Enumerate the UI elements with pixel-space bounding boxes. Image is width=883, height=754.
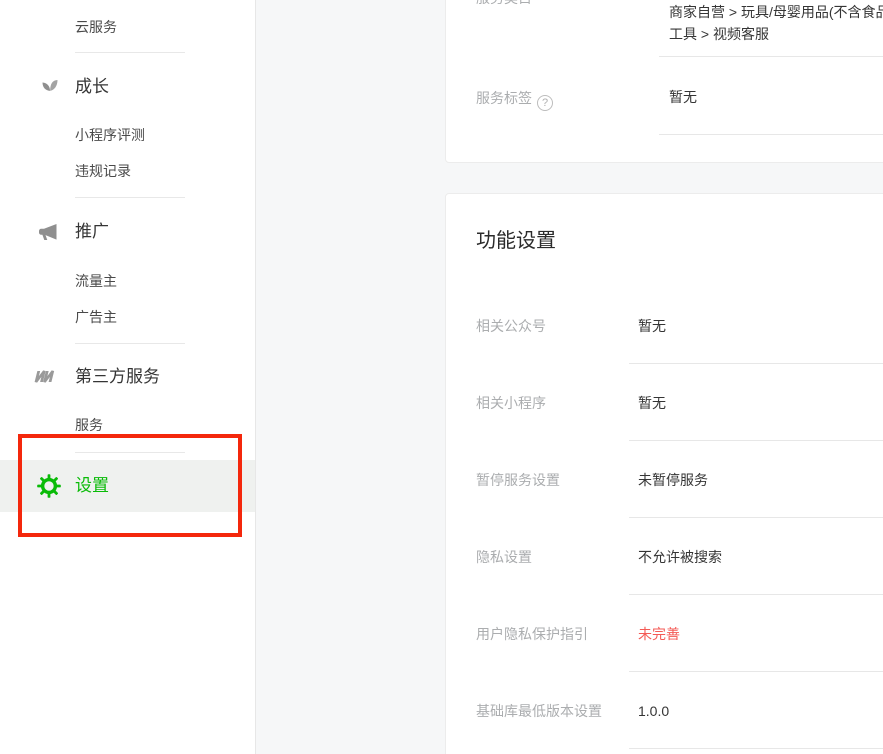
sidebar-divider — [75, 452, 185, 453]
service-tag-label: 服务标签? — [476, 88, 553, 108]
row-divider — [629, 671, 883, 672]
sidebar-divider — [75, 52, 185, 53]
sidebar-section-third-party[interactable]: 第三方服务 — [75, 365, 160, 389]
sidebar-divider — [75, 343, 185, 344]
row-divider — [629, 748, 883, 749]
privacy-setting-label: 隐私设置 — [476, 547, 532, 567]
related-mini-program-value: 暂无 — [638, 393, 666, 413]
sidebar-item-violation-record[interactable]: 违规记录 — [75, 161, 131, 181]
user-privacy-guide-value: 未完善 — [638, 624, 680, 644]
row-divider — [629, 517, 883, 518]
pause-service-value: 未暂停服务 — [638, 470, 708, 490]
service-category-value: 商家自营 > 玩具/母婴用品(不含食品) 工具 > 视频客服 — [669, 1, 883, 45]
sidebar-item-settings[interactable] — [0, 460, 255, 512]
help-icon[interactable]: ? — [537, 95, 553, 111]
sidebar: 云服务 成长 小程序评测 违规记录 推广 流量主 广告主 — [0, 0, 256, 754]
function-settings-title: 功能设置 — [476, 227, 556, 255]
service-category-line-2: 工具 > 视频客服 — [669, 23, 883, 45]
sidebar-divider — [75, 197, 185, 198]
sidebar-item-traffic-owner[interactable]: 流量主 — [75, 271, 117, 291]
sidebar-section-growth[interactable]: 成长 — [75, 75, 109, 99]
related-official-account-value: 暂无 — [638, 316, 666, 336]
sidebar-item-cloud-service[interactable]: 云服务 — [75, 17, 117, 37]
sprout-icon — [40, 77, 60, 102]
third-party-icon — [33, 366, 57, 393]
row-divider — [659, 134, 883, 135]
user-privacy-guide-label: 用户隐私保护指引 — [476, 624, 588, 644]
pause-service-label: 暂停服务设置 — [476, 470, 560, 490]
sidebar-item-service[interactable]: 服务 — [75, 415, 103, 435]
row-divider — [629, 440, 883, 441]
gear-icon — [37, 474, 61, 503]
function-settings-card: 功能设置 相关公众号 暂无 相关小程序 暂无 暂停服务设置 未暂停服务 隐私设置… — [445, 193, 883, 754]
privacy-setting-value: 不允许被搜索 — [638, 547, 722, 567]
service-category-label: 服务类目 — [476, 0, 532, 8]
sidebar-item-mini-program-eval[interactable]: 小程序评测 — [75, 125, 145, 145]
row-divider — [659, 56, 883, 57]
related-mini-program-label: 相关小程序 — [476, 393, 546, 413]
min-base-library-label: 基础库最低版本设置 — [476, 701, 602, 721]
sidebar-item-advertiser[interactable]: 广告主 — [75, 307, 117, 327]
row-divider — [629, 594, 883, 595]
service-tag-value: 暂无 — [669, 87, 697, 107]
megaphone-icon — [37, 221, 59, 248]
row-divider — [629, 363, 883, 364]
service-category-line-1: 商家自营 > 玩具/母婴用品(不含食品) — [669, 1, 883, 23]
mini-program-admin-page: 云服务 成长 小程序评测 违规记录 推广 流量主 广告主 — [0, 0, 883, 754]
sidebar-item-settings-label[interactable]: 设置 — [75, 474, 109, 498]
min-base-library-value: 1.0.0 — [638, 701, 669, 721]
related-official-account-label: 相关公众号 — [476, 316, 546, 336]
basic-info-card: 服务类目 商家自营 > 玩具/母婴用品(不含食品) 工具 > 视频客服 服务标签… — [445, 0, 883, 163]
sidebar-section-promotion[interactable]: 推广 — [75, 220, 109, 244]
